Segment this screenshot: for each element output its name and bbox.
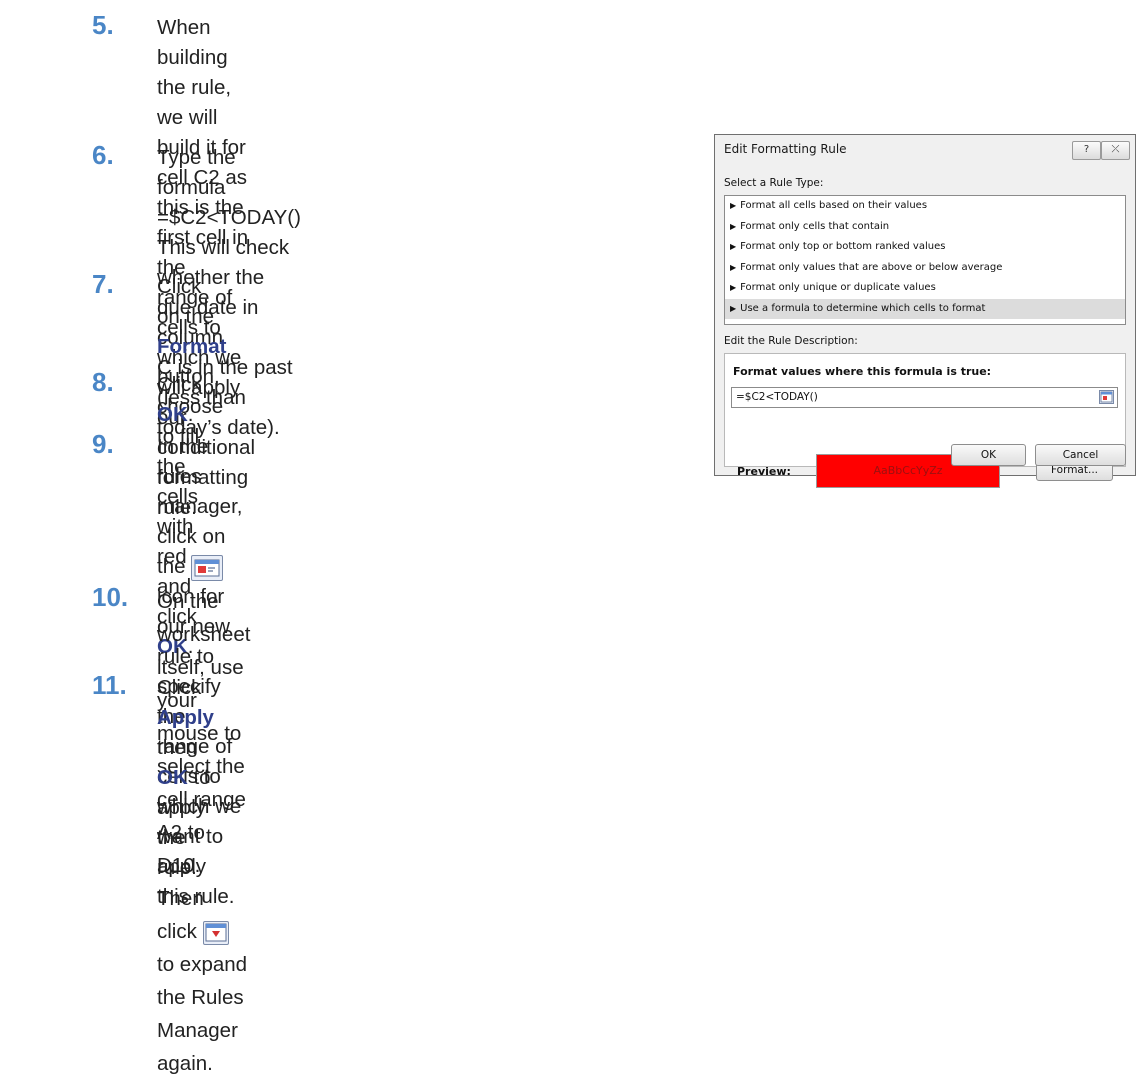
- step-number: 5.: [92, 10, 114, 40]
- step-number: 10.: [92, 582, 129, 612]
- rule-type-label: Format all cells based on their values: [740, 200, 928, 211]
- rule-type-item[interactable]: ▶ Format all cells based on their values: [725, 196, 1125, 217]
- step-text: Click Apply then OK to apply the rule.: [157, 673, 214, 883]
- formula-value: =$C2<TODAY(): [736, 391, 818, 403]
- step-line: Click Apply then OK to apply the rule.: [157, 673, 214, 883]
- rule-type-item[interactable]: ▶ Format only top or bottom ranked values: [725, 237, 1125, 258]
- arrow-right-icon: ▶: [730, 283, 737, 292]
- step-line: Type the formula =$C2<TODAY(): [157, 146, 301, 229]
- rule-type-label: Format only values that are above or bel…: [740, 261, 1003, 273]
- text: Click: [157, 373, 202, 396]
- edit-description-label: Edit the Rule Description:: [724, 335, 858, 347]
- arrow-right-icon: ▶: [730, 201, 737, 210]
- cancel-button[interactable]: Cancel: [1035, 444, 1126, 466]
- keyword-ok: OK: [157, 766, 188, 789]
- rule-type-item[interactable]: ▶ Format only unique or duplicate values: [725, 278, 1125, 299]
- step-number: 6.: [92, 140, 114, 170]
- rule-type-label: Format only unique or duplicate values: [740, 282, 936, 293]
- text: Click: [157, 676, 202, 699]
- close-button[interactable]: ⤫: [1101, 141, 1130, 160]
- collapse-dialog-icon: [191, 554, 224, 581]
- collapse-dialog-icon[interactable]: [1099, 390, 1114, 404]
- step-number: 7.: [92, 269, 114, 299]
- text: click: [157, 920, 203, 943]
- rule-type-label: Format only cells that contain: [740, 220, 890, 232]
- step-number: 8.: [92, 367, 114, 397]
- keyword-apply: Apply: [157, 706, 214, 729]
- text: .: [187, 403, 194, 426]
- rule-type-item[interactable]: ▶ Format only cells that contain: [725, 217, 1125, 238]
- rule-type-item[interactable]: ▶ Format only values that are above or be…: [725, 258, 1125, 279]
- arrow-right-icon: ▶: [730, 221, 737, 231]
- rule-type-label: Use a formula to determine which cells t…: [740, 302, 986, 314]
- step-line: Click OK.: [157, 370, 201, 430]
- ok-button[interactable]: OK: [951, 444, 1026, 466]
- help-button[interactable]: ?: [1072, 141, 1101, 160]
- arrow-right-icon: ▶: [730, 303, 737, 313]
- dialog-title: Edit Formatting Rule: [724, 142, 847, 156]
- preview-label: Preview:: [737, 465, 791, 478]
- rule-type-list[interactable]: ▶ Format all cells based on their values …: [724, 195, 1126, 325]
- keyword-format: Format: [157, 335, 227, 358]
- formula-heading: Format values where this formula is true…: [733, 365, 992, 378]
- step-text: Click OK.: [157, 370, 201, 430]
- text: Click on the: [157, 275, 214, 328]
- step-number: 9.: [92, 429, 114, 459]
- step-line: click to expand the Rules Manager again.: [157, 915, 250, 1080]
- edit-formatting-rule-dialog: Edit Formatting Rule ? ⤫ Select a Rule T…: [714, 134, 1136, 488]
- step-number: 11.: [92, 670, 127, 700]
- keyword-ok: OK: [157, 403, 188, 426]
- text: then: [157, 736, 197, 759]
- rule-type-label: Format only top or bottom ranked values: [740, 241, 946, 252]
- rule-type-item-selected[interactable]: ▶ Use a formula to determine which cells …: [725, 298, 1125, 319]
- arrow-right-icon: ▶: [730, 262, 737, 272]
- formula-input[interactable]: =$C2<TODAY(): [731, 387, 1118, 408]
- expand-dialog-icon: [202, 920, 229, 945]
- text: to expand the Rules Manager again.: [157, 953, 248, 1075]
- arrow-right-icon: ▶: [730, 242, 737, 251]
- select-rule-type-label: Select a Rule Type:: [724, 177, 824, 189]
